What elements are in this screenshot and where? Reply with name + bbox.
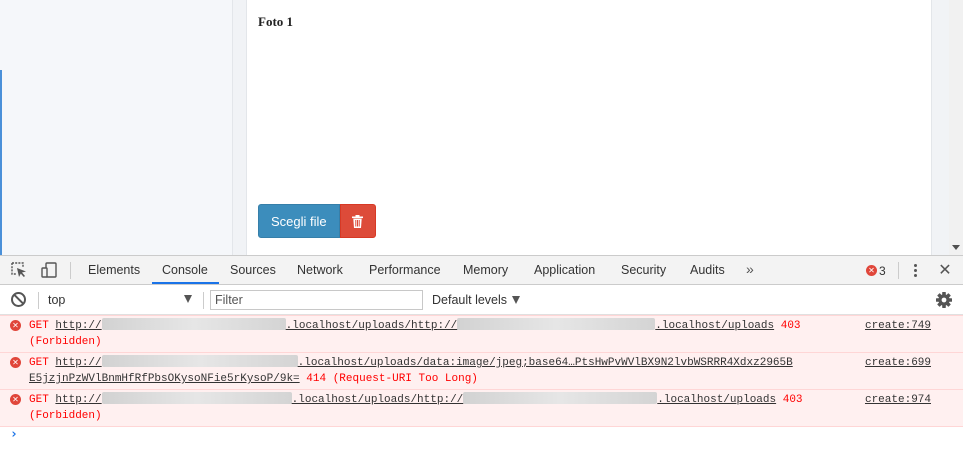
left-accent-bar xyxy=(0,70,2,255)
error-icon: ✕ xyxy=(10,320,21,331)
left-panel xyxy=(0,0,233,255)
message-text: GET http://.localhost/uploads/http://.lo… xyxy=(29,318,850,350)
right-panel xyxy=(931,0,949,255)
error-count-value: 3 xyxy=(879,263,886,278)
section-title: Foto 1 xyxy=(258,14,294,29)
tab-application[interactable]: Application xyxy=(534,256,595,284)
filterbar-separator xyxy=(203,292,204,309)
more-tabs-button[interactable]: » xyxy=(746,256,754,284)
tab-console[interactable]: Console xyxy=(162,256,208,284)
tab-memory[interactable]: Memory xyxy=(463,256,508,284)
redacted-host xyxy=(101,355,298,368)
redacted-host xyxy=(457,318,656,331)
request-method: GET xyxy=(29,394,49,406)
status-code: 403 xyxy=(780,320,801,332)
page-scrollbar[interactable] xyxy=(949,0,963,255)
context-value: top xyxy=(48,293,66,307)
content-card: Foto 1 Scegli file xyxy=(248,0,931,255)
devtools-panel: Elements Console Sources Network Perform… xyxy=(0,255,963,449)
status-text: (Forbidden) xyxy=(29,410,102,422)
error-icon: ✕ xyxy=(10,394,21,405)
dropdown-arrow-icon xyxy=(512,296,521,304)
message-text: GET http://.localhost/uploads/data:image… xyxy=(29,355,850,387)
file-button-group: Scegli file xyxy=(258,204,376,238)
delete-button[interactable] xyxy=(339,204,376,238)
console-error-message: ✕ GET http://.localhost/uploads/http://.… xyxy=(0,315,963,353)
status-code: 414 xyxy=(306,373,327,385)
redacted-host xyxy=(101,392,292,405)
error-icon: ✕ xyxy=(10,357,21,368)
dropdown-arrow-icon xyxy=(184,295,192,303)
redacted-host xyxy=(101,318,286,331)
tab-performance[interactable]: Performance xyxy=(369,256,441,284)
page-gutter xyxy=(233,0,247,255)
status-text: (Forbidden) xyxy=(29,336,102,348)
status-text: (Request-URI Too Long) xyxy=(332,373,478,385)
filter-input[interactable] xyxy=(210,290,423,310)
prompt-chevron-icon: › xyxy=(10,427,18,442)
close-icon[interactable]: ✕ xyxy=(936,261,954,279)
tabbar-separator xyxy=(70,262,71,279)
source-link[interactable]: create:974 xyxy=(865,392,931,408)
tab-audits[interactable]: Audits xyxy=(690,256,725,284)
log-levels-selector[interactable]: Default levels xyxy=(432,291,521,309)
gear-icon[interactable] xyxy=(935,291,953,309)
source-link[interactable]: create:749 xyxy=(865,318,931,334)
error-counter[interactable]: ✕ 3 xyxy=(866,263,886,278)
clear-console-icon[interactable] xyxy=(11,292,26,307)
console-filterbar: top Default levels xyxy=(0,285,963,315)
kebab-menu-icon[interactable] xyxy=(909,262,921,279)
tab-sources[interactable]: Sources xyxy=(230,256,276,284)
scroll-down-arrow-icon[interactable] xyxy=(952,245,960,250)
active-tab-indicator xyxy=(152,282,219,284)
console-error-message: ✕ GET http://.localhost/uploads/http://.… xyxy=(0,389,963,427)
inspect-element-icon[interactable] xyxy=(11,262,27,278)
console-error-message: ✕ GET http://.localhost/uploads/data:ima… xyxy=(0,352,963,390)
console-messages: ✕ GET http://.localhost/uploads/http://.… xyxy=(0,315,963,427)
tab-network[interactable]: Network xyxy=(297,256,343,284)
redacted-host xyxy=(463,392,658,405)
devtools-tabbar: Elements Console Sources Network Perform… xyxy=(0,256,963,285)
tab-security[interactable]: Security xyxy=(621,256,666,284)
request-method: GET xyxy=(29,320,49,332)
device-toolbar-icon[interactable] xyxy=(41,262,57,278)
levels-value: Default levels xyxy=(432,293,508,307)
tab-elements[interactable]: Elements xyxy=(88,256,140,284)
page-viewport: Foto 1 Scegli file xyxy=(0,0,963,255)
trash-icon xyxy=(352,214,364,228)
status-code: 403 xyxy=(782,394,803,406)
request-url-link[interactable]: http://.localhost/uploads/http://.localh… xyxy=(55,392,776,406)
device-icon xyxy=(41,262,57,278)
filterbar-separator xyxy=(38,292,39,309)
request-method: GET xyxy=(29,357,49,369)
cursor-select-icon xyxy=(11,262,26,277)
message-text: GET http://.localhost/uploads/http://.lo… xyxy=(29,392,850,424)
choose-file-button[interactable]: Scegli file xyxy=(258,204,340,238)
tabbar-separator xyxy=(898,262,899,279)
console-prompt[interactable]: › xyxy=(0,426,963,446)
source-link[interactable]: create:699 xyxy=(865,355,931,371)
error-icon: ✕ xyxy=(866,265,877,276)
context-selector[interactable]: top xyxy=(48,291,198,309)
request-url-link[interactable]: http://.localhost/uploads/http://.localh… xyxy=(55,318,774,332)
